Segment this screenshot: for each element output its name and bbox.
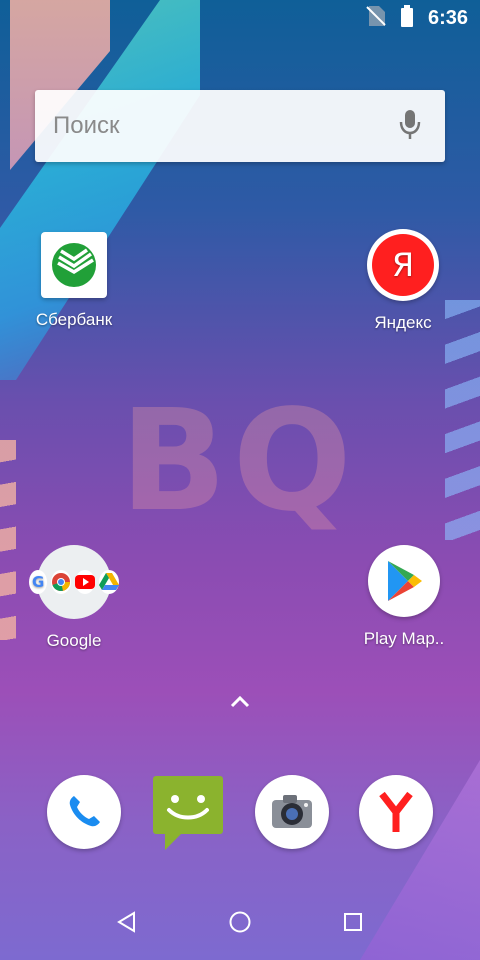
play-market-icon	[368, 545, 440, 617]
folder-google[interactable]: G Google	[19, 545, 129, 651]
navigation-bar	[0, 884, 480, 960]
app-play-market[interactable]: Play Мар..	[349, 545, 459, 649]
search-placeholder: Поиск	[53, 112, 120, 139]
dock	[0, 775, 480, 855]
search-bar[interactable]: Поиск	[35, 90, 445, 162]
google-icon: G	[29, 570, 47, 594]
mic-icon[interactable]	[399, 108, 421, 145]
phone-icon[interactable]	[47, 775, 121, 849]
no-sim-icon	[366, 5, 386, 32]
battery-icon	[400, 4, 414, 32]
wallpaper-logo: BQ	[120, 380, 358, 543]
drive-icon	[99, 570, 119, 594]
youtube-icon	[75, 570, 95, 594]
svg-text:G: G	[32, 573, 44, 591]
app-label: Яндекс	[374, 313, 432, 332]
app-yandex[interactable]: Я Яндекс	[348, 229, 458, 333]
sberbank-icon	[41, 232, 107, 298]
yandex-icon: Я	[367, 229, 439, 301]
app-label: Сбербанк	[35, 310, 113, 329]
home-button[interactable]	[220, 902, 260, 942]
app-label: Play Мар..	[363, 629, 445, 648]
status-bar: 6:36	[0, 0, 480, 36]
wallpaper-stripe	[0, 440, 16, 640]
yandex-browser-icon[interactable]	[359, 775, 433, 849]
wallpaper-stripe	[445, 300, 480, 540]
clock: 6:36	[427, 6, 468, 29]
folder-label: Google	[46, 631, 102, 650]
app-drawer-chevron-icon[interactable]	[226, 690, 254, 717]
recents-button[interactable]	[333, 902, 373, 942]
google-folder-icon: G	[29, 545, 119, 619]
camera-icon[interactable]	[255, 775, 329, 849]
messaging-icon[interactable]	[150, 773, 226, 855]
yandex-letter: Я	[372, 234, 434, 296]
app-sberbank[interactable]: Сбербанк	[19, 232, 129, 330]
back-button[interactable]	[107, 902, 147, 942]
chrome-icon	[51, 570, 71, 594]
